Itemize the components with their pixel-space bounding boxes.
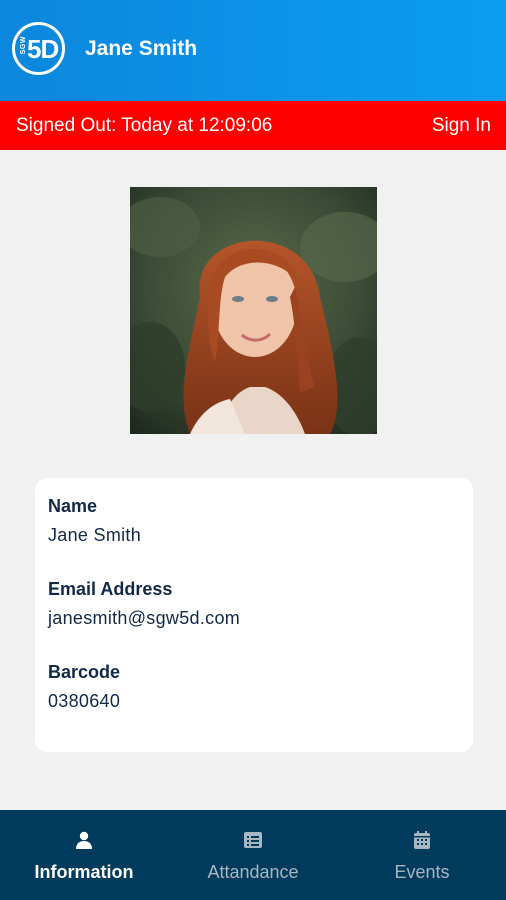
tab-attendance-label: Attandance — [207, 862, 299, 882]
sign-in-button[interactable]: Sign In — [432, 115, 491, 137]
sign-status-banner: Signed Out: Today at 12:09:06 Sign In — [0, 101, 506, 150]
header-title: Jane Smith — [85, 37, 198, 60]
app-header: SGW 5D Jane Smith — [0, 0, 506, 101]
email-value: janesmith@sgw5d.com — [48, 608, 241, 628]
profile-photo-image — [130, 187, 377, 434]
tab-events-label: Events — [394, 862, 450, 882]
logo-small-text: SGW — [20, 36, 27, 55]
tab-information-label: Information — [34, 862, 134, 882]
barcode-value: 0380640 — [48, 691, 121, 711]
bottom-tab-bar: Information Attandance Events — [0, 810, 506, 900]
calendar-icon — [414, 831, 430, 849]
name-value: Jane Smith — [48, 525, 142, 545]
sgw5d-logo: SGW 5D — [12, 22, 65, 75]
name-label: Name — [48, 496, 98, 516]
sign-status-text: Signed Out: Today at 12:09:06 — [16, 115, 273, 136]
profile-info-card: Name Jane Smith Email Address janesmith@… — [35, 478, 473, 752]
profile-photo — [130, 187, 377, 434]
list-icon — [244, 832, 262, 848]
email-label: Email Address — [48, 579, 173, 599]
logo-big-text: 5D — [27, 34, 59, 64]
barcode-label: Barcode — [48, 662, 121, 682]
person-icon — [76, 831, 92, 849]
tab-attendance[interactable]: Attandance — [169, 810, 337, 900]
tab-events[interactable]: Events — [338, 810, 506, 900]
tab-information[interactable]: Information — [0, 810, 168, 900]
